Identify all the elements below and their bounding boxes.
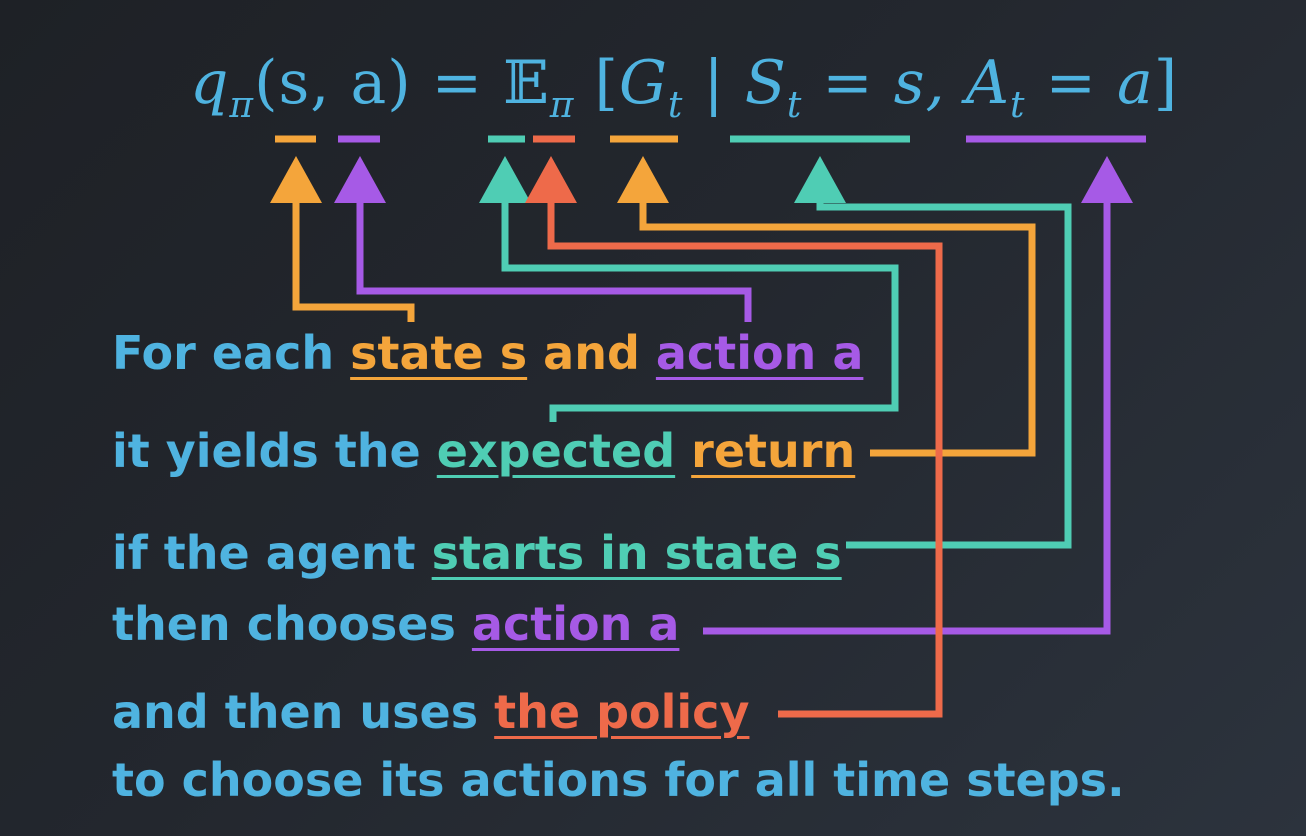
line1-and: and bbox=[527, 326, 656, 380]
diagram: qπ(s, a) = 𝔼π [Gt | St = s, At = a] For … bbox=[0, 0, 1306, 836]
line-all-time-steps: to choose its actions for all time steps… bbox=[112, 753, 1125, 807]
close-bracket: ] bbox=[1153, 48, 1179, 118]
action-value: = a bbox=[1045, 48, 1154, 118]
line-starts-in-state: if the agent starts in state s bbox=[112, 526, 842, 580]
return-term: return bbox=[691, 424, 856, 478]
line3-prefix: if the agent bbox=[112, 526, 432, 580]
expectation-symbol: 𝔼 bbox=[503, 48, 550, 118]
return-subscript: t bbox=[667, 85, 684, 126]
arrowhead-pi bbox=[525, 156, 577, 203]
arrowhead-s bbox=[270, 156, 322, 203]
state-subscript: t bbox=[786, 85, 803, 126]
state-value: = s, bbox=[822, 48, 946, 118]
chooses-action-term: action a bbox=[471, 597, 680, 651]
policy-term: the policy bbox=[494, 685, 750, 739]
expected-term: expected bbox=[436, 424, 676, 478]
open-bracket: [ bbox=[594, 48, 619, 118]
action-symbol: A bbox=[965, 48, 1011, 118]
line6-text: to choose its actions for all time steps… bbox=[112, 753, 1125, 807]
action-subscript: t bbox=[1010, 85, 1026, 126]
line2-prefix: it yields the bbox=[112, 424, 437, 478]
line-chooses-action: then chooses action a bbox=[112, 597, 679, 651]
return-symbol: G bbox=[618, 48, 668, 118]
line-expected-return: it yields the expected return bbox=[112, 424, 855, 478]
given-bar: | bbox=[703, 48, 725, 118]
q-function-equation: qπ(s, a) = 𝔼π [Gt | St = s, At = a] bbox=[190, 48, 1178, 126]
arrowhead-E bbox=[479, 156, 531, 203]
connector-return bbox=[639, 195, 1036, 457]
line5-prefix: and then uses bbox=[112, 685, 495, 739]
q-args: (s, a) bbox=[254, 48, 412, 118]
arrowhead-a bbox=[334, 156, 386, 203]
action-a-term: action a bbox=[655, 326, 864, 380]
state-s-term: state s bbox=[350, 326, 528, 380]
line4-prefix: then chooses bbox=[112, 597, 472, 651]
line1-prefix: For each bbox=[112, 326, 351, 380]
line2-space bbox=[675, 424, 691, 478]
starts-in-state-term: starts in state s bbox=[431, 526, 842, 580]
line-state-action: For each state s and action a bbox=[112, 326, 863, 380]
equals-sign: = bbox=[431, 48, 483, 118]
q-symbol: q bbox=[190, 48, 230, 118]
state-symbol: S bbox=[744, 48, 787, 118]
expectation-subscript: π bbox=[549, 85, 575, 126]
connector-state bbox=[292, 195, 415, 322]
arrowhead-G bbox=[617, 156, 669, 203]
line-uses-policy: and then uses the policy bbox=[112, 685, 749, 739]
arrowhead-A bbox=[1081, 156, 1133, 203]
q-subscript: π bbox=[229, 85, 255, 126]
arrowhead-S bbox=[794, 156, 846, 203]
